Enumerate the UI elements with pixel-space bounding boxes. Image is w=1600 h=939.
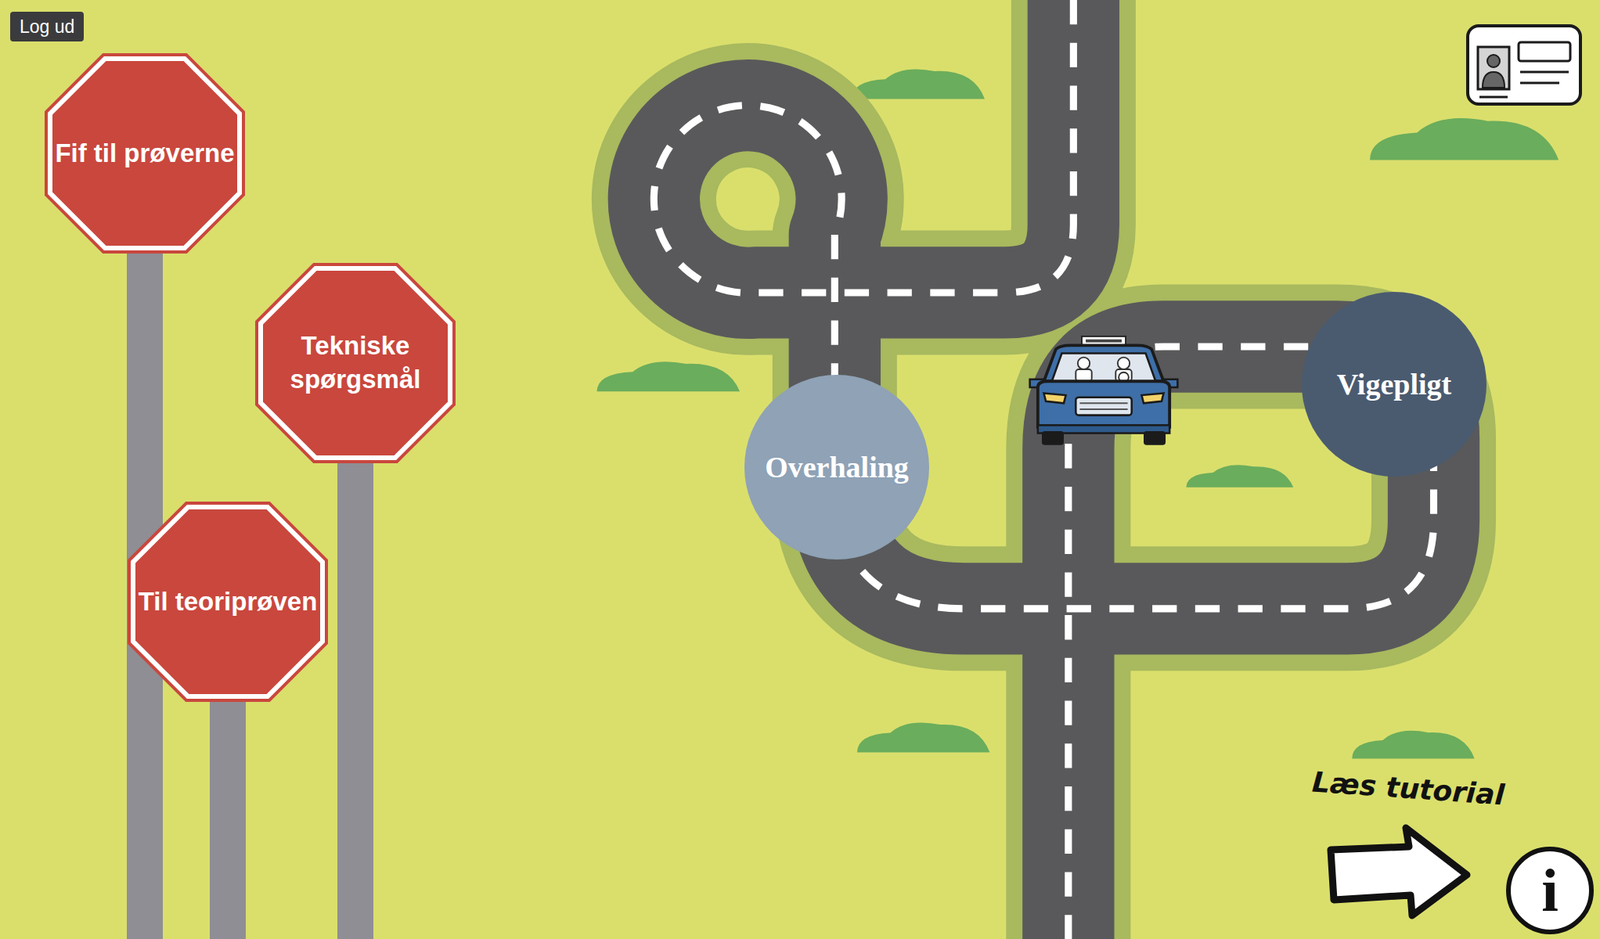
sign-ring: Fif til prøverne bbox=[47, 56, 242, 251]
sign-label: Fif til prøverne bbox=[54, 136, 236, 171]
bush bbox=[1351, 731, 1474, 760]
profile-card-button[interactable] bbox=[1465, 23, 1583, 107]
sign-face: Fif til prøverne bbox=[52, 61, 238, 246]
sign-post: Til teoriprøven bbox=[127, 501, 328, 939]
stop-sign-button[interactable]: Fif til prøverne bbox=[44, 53, 246, 254]
stop-sign-button[interactable]: Tekniske spørgsmål bbox=[255, 263, 456, 464]
game-screen: Log ud Fif til prøverne Tekniske spørgsmål… bbox=[0, 0, 1600, 939]
bush bbox=[851, 68, 984, 99]
arrow-right-icon bbox=[1324, 823, 1474, 921]
tutorial-label: Læs tutorial bbox=[1308, 763, 1510, 814]
sign-ring: Til teoriprøven bbox=[130, 504, 325, 700]
id-card-icon bbox=[1465, 23, 1583, 107]
sign-face: Til teoriprøven bbox=[135, 509, 321, 695]
topic-node[interactable]: Overhaling bbox=[744, 374, 930, 560]
bush bbox=[597, 361, 741, 392]
car-icon bbox=[1023, 335, 1184, 448]
logout-button[interactable]: Log ud bbox=[10, 11, 84, 42]
bush bbox=[857, 723, 990, 754]
sign-label: Tekniske spørgsmål bbox=[264, 329, 447, 397]
topic-label: Vigepligt bbox=[1336, 367, 1452, 402]
stop-sign-button[interactable]: Til teoriprøven bbox=[127, 501, 328, 703]
sign-ring: Tekniske spørgsmål bbox=[258, 266, 453, 461]
info-button[interactable]: i bbox=[1506, 846, 1594, 935]
sign-label: Til teoriprøven bbox=[136, 585, 319, 620]
bush bbox=[1185, 464, 1294, 488]
info-label: i bbox=[1541, 860, 1559, 922]
bush bbox=[1369, 118, 1559, 160]
sign-pole bbox=[337, 460, 374, 939]
topic-node[interactable]: Vigepligt bbox=[1301, 291, 1487, 477]
sign-pole bbox=[209, 699, 246, 939]
sign-face: Tekniske spørgsmål bbox=[263, 270, 448, 456]
topic-label: Overhaling bbox=[764, 450, 909, 485]
